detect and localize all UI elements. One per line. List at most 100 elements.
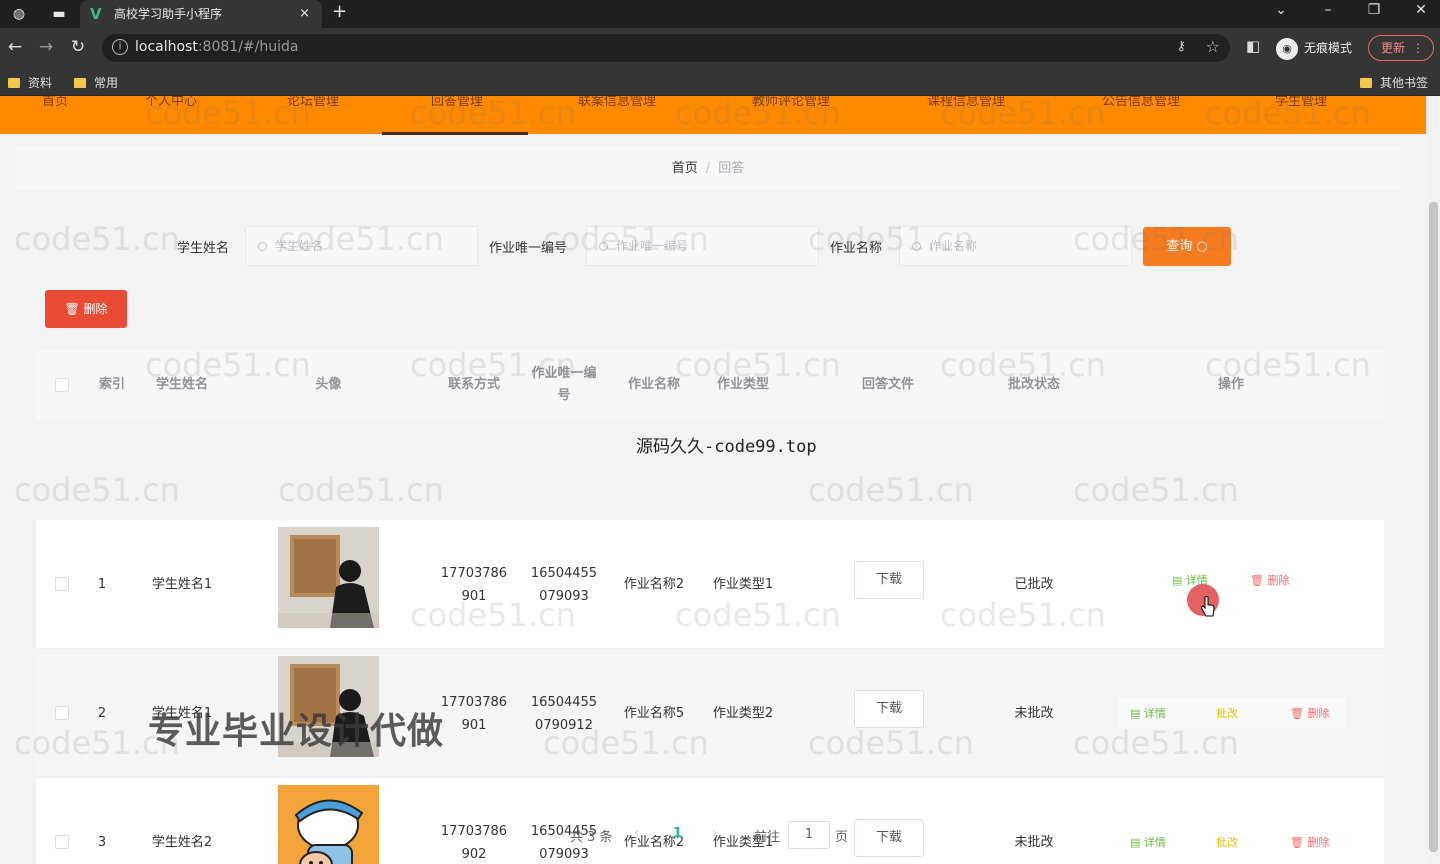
- breadcrumb-current: 回答: [718, 161, 745, 176]
- homework-id-input[interactable]: 作业唯一编号: [586, 226, 819, 266]
- update-label: 更新: [1381, 41, 1406, 55]
- row-phone: 17703786 901: [428, 520, 520, 649]
- page-number-current[interactable]: 1: [673, 826, 682, 841]
- search-icon: [912, 242, 921, 251]
- bookmark-star-icon[interactable]: ☆: [1206, 37, 1220, 56]
- nav-item-forum[interactable]: 论坛管理: [287, 96, 339, 109]
- row-checkbox[interactable]: [55, 706, 69, 720]
- back-icon[interactable]: ←: [4, 37, 26, 57]
- bookmark-folder-1[interactable]: 资料: [8, 74, 52, 91]
- pagination-total: 共 3 条: [570, 830, 613, 845]
- homework-name-input[interactable]: 作业名称: [899, 226, 1132, 266]
- forward-icon[interactable]: →: [35, 37, 57, 57]
- query-button[interactable]: 查询 ○: [1143, 227, 1231, 266]
- phone-line-2: 901: [461, 717, 487, 733]
- password-key-icon[interactable]: ⚷: [1176, 39, 1186, 54]
- restore-icon[interactable]: ❐: [1359, 2, 1389, 18]
- bookmark-folder-2[interactable]: 常用: [74, 74, 118, 91]
- nav-item-profile[interactable]: 个人中心: [145, 96, 197, 109]
- hwid-line-2: 079093: [539, 588, 589, 604]
- col-answer-file: 回答文件: [861, 377, 914, 392]
- select-all-checkbox[interactable]: [55, 378, 69, 392]
- site-watermark: 源码久久-code99.top: [636, 437, 817, 457]
- incognito-indicator[interactable]: ◉ 无痕模式: [1276, 36, 1352, 60]
- tab-close-icon[interactable]: ×: [299, 0, 310, 28]
- nav-item-home[interactable]: 首页: [42, 96, 68, 109]
- homework-name-label: 作业名称: [830, 241, 883, 256]
- download-button[interactable]: 下载: [854, 690, 924, 728]
- nav-item-courses[interactable]: 课程信息管理: [927, 96, 1005, 109]
- col-homework-type: 作业类型: [716, 377, 769, 392]
- next-page-icon[interactable]: ›: [712, 826, 717, 841]
- row-homework-name: 作业名称5: [623, 706, 685, 721]
- homework-id-label: 作业唯一编号: [489, 241, 568, 256]
- watermark-tile: code51.cn: [14, 220, 180, 258]
- col-phone: 联系方式: [447, 377, 500, 392]
- page-content: 首页 个人中心 论坛管理 回答管理 联案信息管理 教师评论管理 课程信息管理 公…: [0, 96, 1440, 864]
- incognito-label: 无痕模式: [1304, 41, 1353, 55]
- detail-button[interactable]: ▤ 详情: [1130, 705, 1166, 721]
- hwid-line-1: 16504455: [530, 694, 598, 710]
- side-panel-icon[interactable]: ◧: [1246, 37, 1260, 55]
- nav-item-answers[interactable]: 回答管理: [431, 96, 483, 109]
- bookmark-label: 资料: [28, 76, 53, 90]
- goto-page-input[interactable]: 1: [788, 821, 830, 849]
- student-name-label: 学生姓名: [177, 241, 230, 256]
- tab-list-chevron-icon[interactable]: ⌄: [1266, 2, 1296, 18]
- nav-active-indicator: [382, 132, 528, 135]
- browser-tab-strip: ◍ ▬ V 高校学习助手小程序 × + ⌄ – ❐ ✕: [0, 0, 1440, 28]
- search-icon: [599, 242, 608, 251]
- close-window-icon[interactable]: ✕: [1406, 2, 1436, 18]
- table-row: 1 学生姓名1 17703786 901 16504455 079093 作业名称2…: [36, 520, 1384, 649]
- query-label: 查询: [1166, 239, 1193, 254]
- student-avatar: [278, 527, 379, 628]
- trash-icon: 🗑: [1250, 574, 1264, 587]
- promo-watermark: 专业毕业设计代做: [148, 711, 445, 752]
- trash-icon: 🗑: [1290, 707, 1304, 720]
- reload-icon[interactable]: ↻: [67, 37, 89, 57]
- col-actions: 操作: [1217, 377, 1244, 392]
- url-text[interactable]: localhost:8081/#/huida: [135, 39, 298, 55]
- delete-label: 删除: [1267, 574, 1290, 587]
- row-index: 1: [97, 577, 107, 592]
- other-bookmarks-label: 其他书签: [1380, 76, 1429, 90]
- folder-icon: [74, 78, 86, 88]
- nav-item-teacher-review[interactable]: 教师评论管理: [752, 96, 830, 109]
- delete-row-button[interactable]: 🗑 删除: [1290, 705, 1329, 721]
- row-homework-type: 作业类型1: [712, 577, 774, 592]
- site-info-icon[interactable]: i: [112, 39, 128, 55]
- batch-delete-button[interactable]: 🗑 删除: [45, 290, 127, 328]
- row-review-status: 未批改: [1014, 706, 1054, 721]
- col-avatar: 头像: [315, 377, 342, 392]
- other-bookmarks[interactable]: 其他书签: [1360, 74, 1428, 91]
- nav-item-notices[interactable]: 公告信息管理: [1102, 96, 1180, 109]
- browser-tab[interactable]: V 高校学习助手小程序 ×: [80, 0, 322, 28]
- prev-page-icon[interactable]: ‹: [634, 826, 639, 841]
- phone-line-1: 17703786: [440, 694, 508, 710]
- address-bar[interactable]: i localhost:8081/#/huida ⚷ ☆: [102, 34, 1230, 62]
- breadcrumb-home[interactable]: 首页: [672, 161, 698, 176]
- browser-menu-icon[interactable]: ◍: [8, 4, 30, 24]
- nav-item-students[interactable]: 学生管理: [1275, 96, 1327, 109]
- update-button[interactable]: 更新 ⋮: [1368, 35, 1434, 61]
- download-button[interactable]: 下载: [854, 561, 924, 599]
- row-student-name: 学生姓名1: [151, 577, 213, 592]
- scrollbar-thumb[interactable]: [1429, 202, 1438, 852]
- folder-icon: [8, 78, 20, 88]
- url-path: :8081/#/huida: [197, 39, 299, 55]
- delete-label: 删除: [1307, 707, 1330, 720]
- delete-row-button[interactable]: 🗑 删除: [1250, 572, 1289, 588]
- vue-logo-icon: V: [90, 5, 102, 23]
- nav-item-cases[interactable]: 联案信息管理: [578, 96, 656, 109]
- tab-search-icon[interactable]: ▬: [48, 4, 70, 24]
- new-tab-button[interactable]: +: [332, 1, 347, 22]
- row-checkbox[interactable]: [55, 577, 69, 591]
- col-index: 索引: [98, 377, 125, 392]
- student-name-input[interactable]: 学生姓名: [245, 226, 478, 266]
- row-index: 2: [97, 706, 107, 721]
- row-review-status: 已批改: [1014, 577, 1054, 592]
- col-student-name: 学生姓名: [155, 377, 208, 392]
- hand-cursor-icon: [1201, 596, 1215, 617]
- minimize-icon[interactable]: –: [1313, 2, 1343, 18]
- review-button[interactable]: 批改: [1216, 705, 1238, 721]
